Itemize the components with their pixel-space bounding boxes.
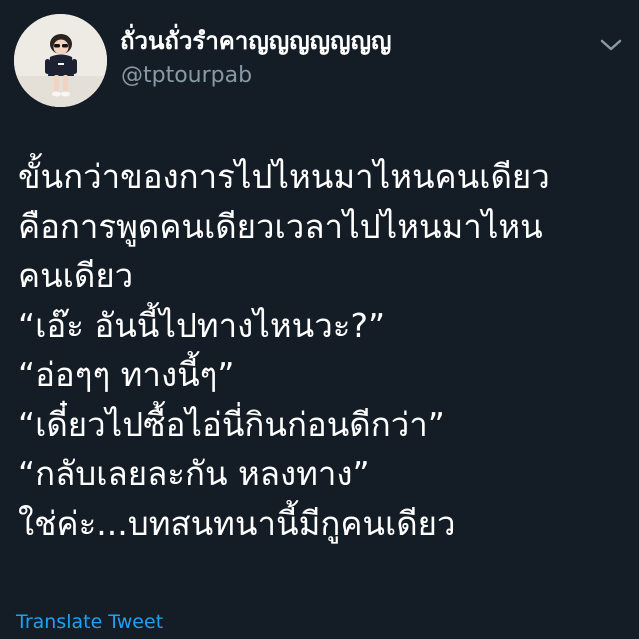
tweet-line: “เดี๋ยวไปซื้อไอ่นี่กินก่อนดีกว่า” — [18, 404, 445, 444]
tweet-line: คือการพูดคนเดียวเวลาไปไหนมาไหน — [18, 206, 543, 246]
author-display-name[interactable]: ถั่วนถั่วรำคาญญญญญญญ — [120, 28, 391, 55]
tweet-line: คนเดียว — [18, 256, 134, 295]
tweet-card: ถั่วนถั่วรำคาญญญญญญญ @tptourpab ขั้นกว่า… — [0, 0, 639, 639]
author-handle[interactable]: @tptourpab — [121, 63, 252, 88]
profile-photo-icon — [14, 14, 107, 107]
tweet-text: ขั้นกว่าของการไปไหนมาไหนคนเดียว คือการพู… — [18, 152, 628, 548]
avatar[interactable] — [14, 14, 107, 107]
tweet-line: ใช่ค่ะ...บทสนทนานี้มีกูคนเดียว — [18, 503, 456, 543]
tweet-line: “กลับเลยละกัน หลงทาง” — [18, 454, 370, 493]
tweet-line: ขั้นกว่าของการไปไหนมาไหนคนเดียว — [18, 157, 550, 196]
chevron-down-icon — [600, 39, 622, 51]
translate-tweet-link[interactable]: Translate Tweet — [16, 611, 163, 634]
tweet-menu-button[interactable] — [598, 34, 624, 56]
tweet-line: “อ่อๆๆ ทางนี้ๆ” — [18, 355, 235, 394]
tweet-line: “เอ๊ะ อันนี้ไปทางไหนวะ?” — [18, 305, 386, 345]
